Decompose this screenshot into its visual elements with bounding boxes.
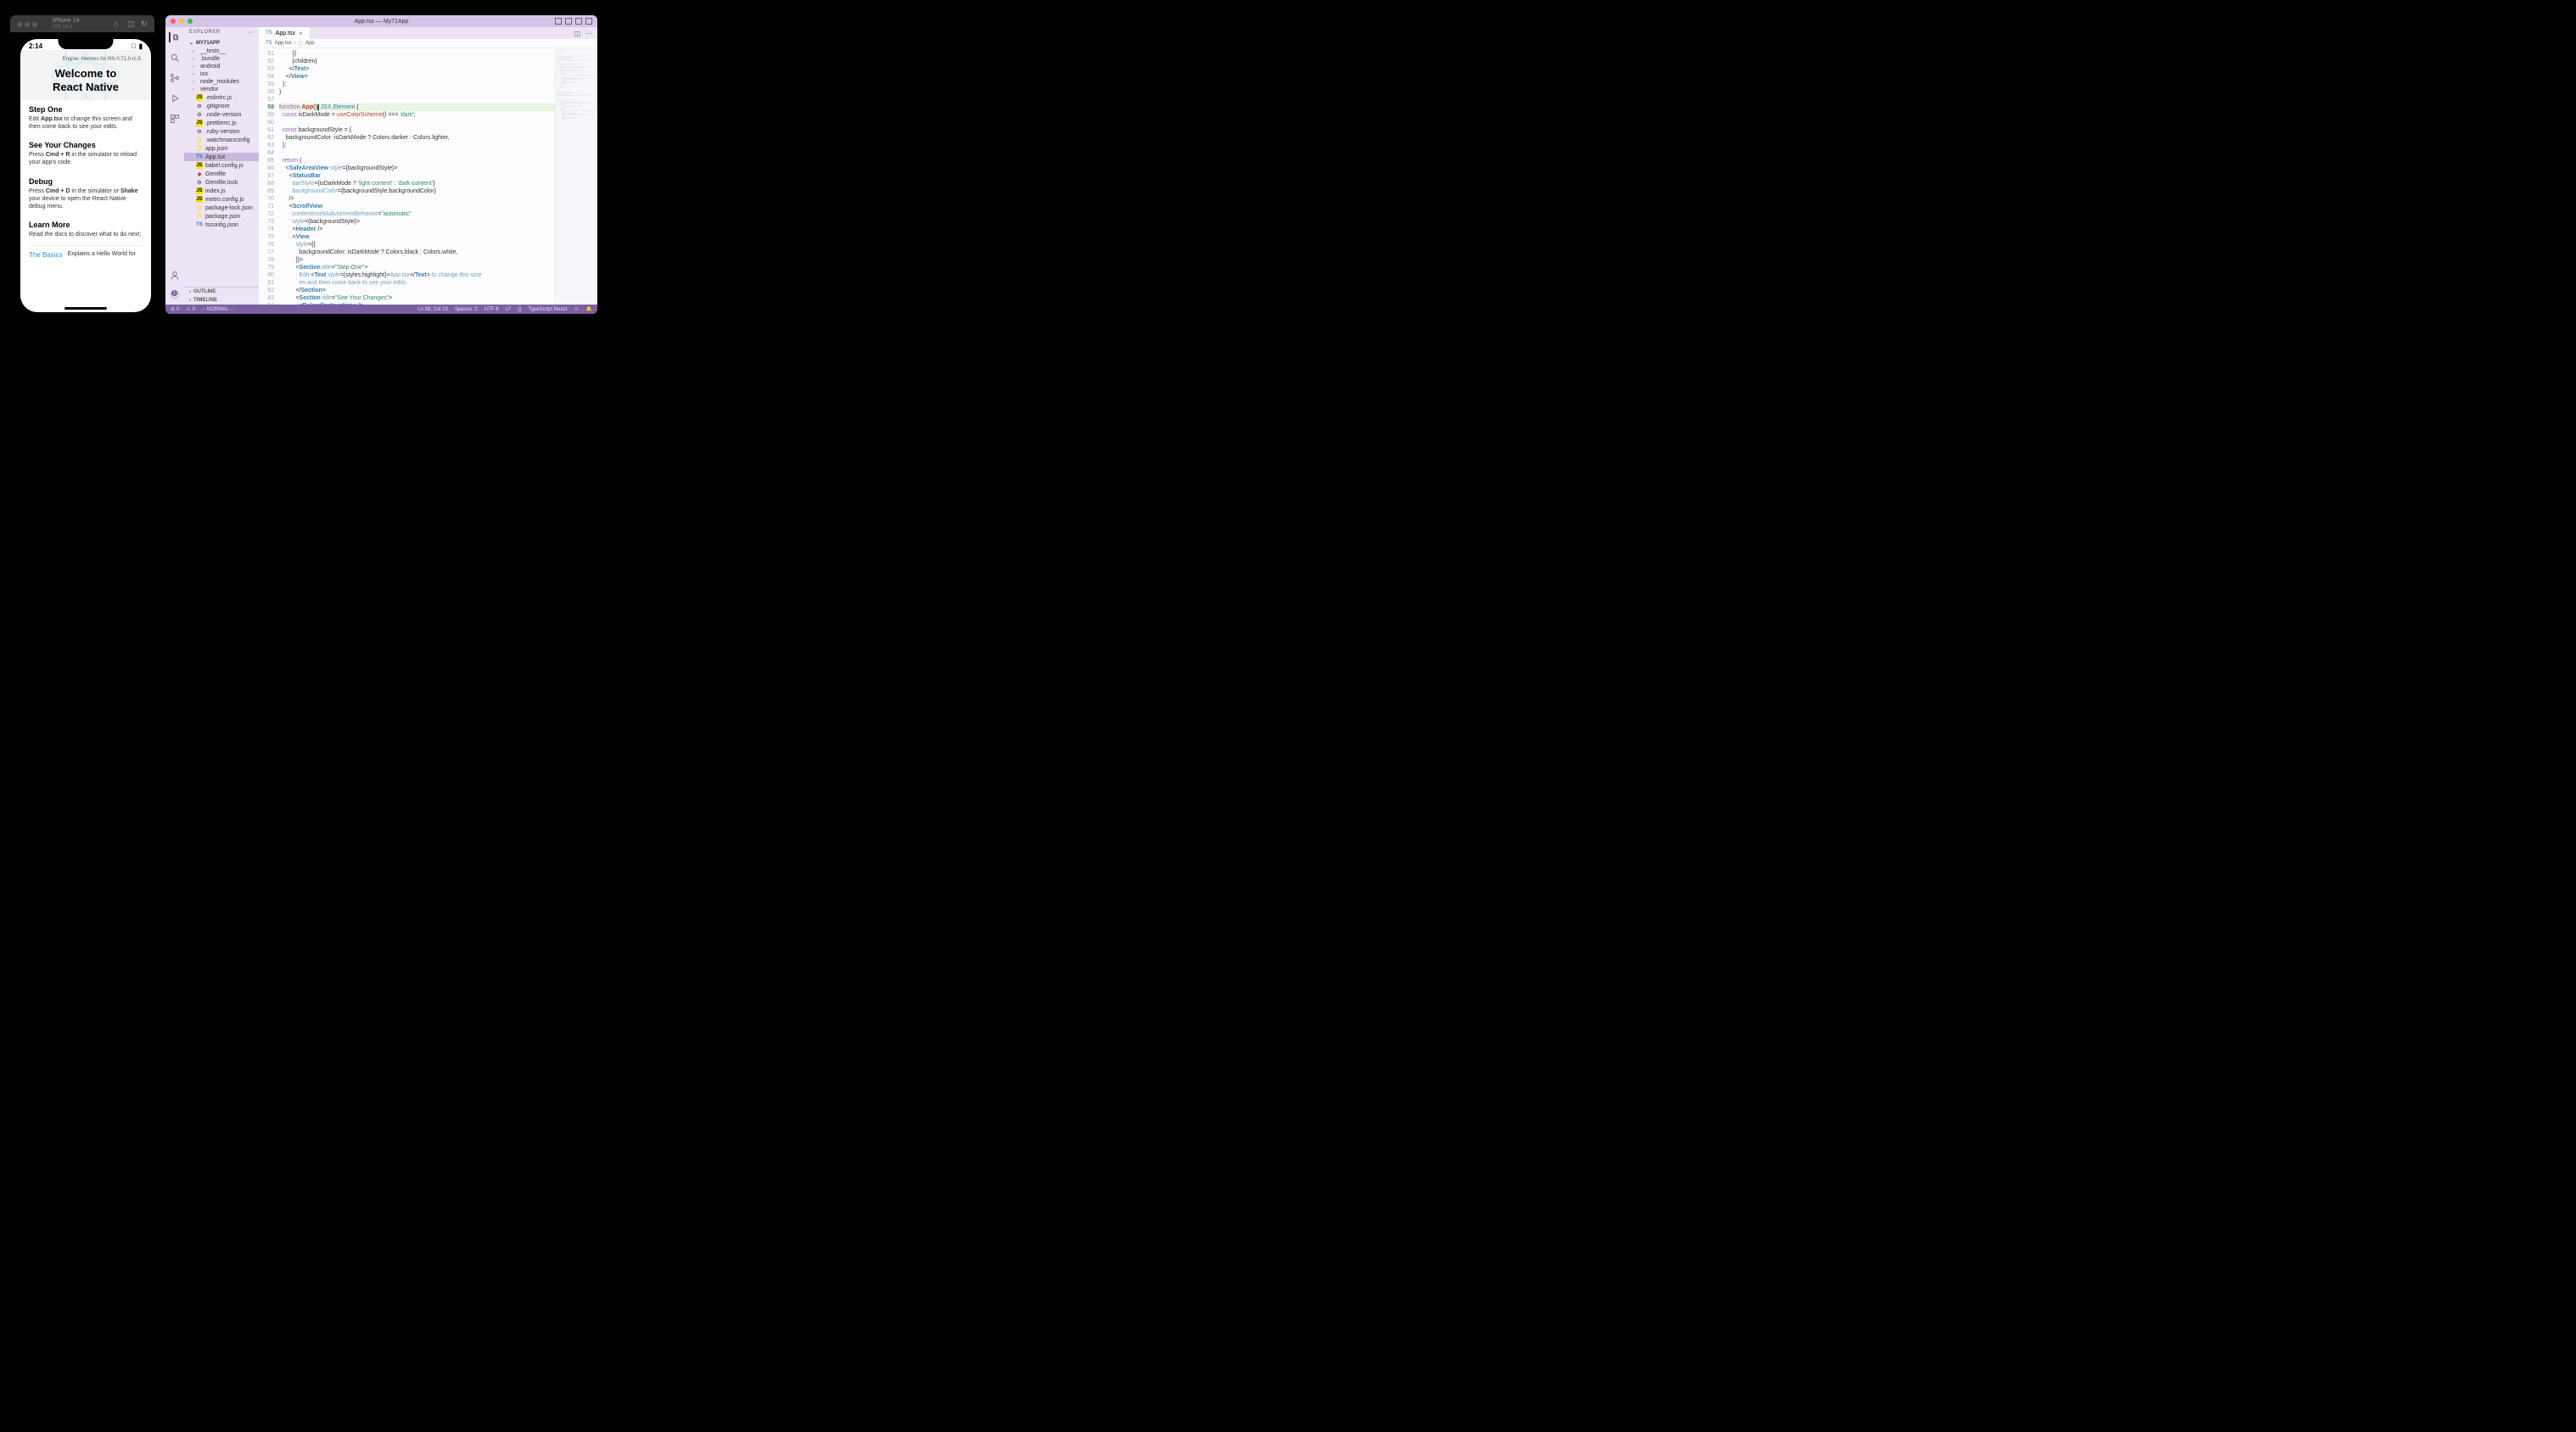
settings-badge: 1	[171, 290, 177, 296]
layout-custom-icon[interactable]	[585, 18, 592, 25]
activity-bar: 1	[165, 27, 184, 305]
sidebar: EXPLORER ⋯ ⌄ MY71APP ›__tests__›.bundle›…	[184, 27, 259, 305]
layout-right-icon[interactable]	[575, 18, 582, 25]
language-mode[interactable]: TypeScript React	[529, 307, 568, 312]
status-bar: ⊘ 0 ⚠ 0 -- NORMAL -- Ln 58, Col 15 Space…	[165, 305, 597, 314]
cursor-position[interactable]: Ln 58, Col 15	[417, 307, 448, 312]
file-App.tsx[interactable]: TSApp.tsx	[184, 153, 259, 161]
section-see-changes: See Your Changes Press Cmd + R in the si…	[20, 136, 151, 171]
file-babel.config.js[interactable]: JSbabel.config.js	[184, 161, 259, 170]
rotate-icon[interactable]: ↻	[141, 20, 149, 28]
minimize-icon[interactable]	[179, 19, 184, 24]
folder-vendor[interactable]: ›vendor	[184, 86, 259, 93]
file-Gemfile.lock[interactable]: ⚙Gemfile.lock	[184, 178, 259, 187]
file-.eslintrc.js[interactable]: JS.eslintrc.js	[184, 93, 259, 102]
section-step-one: Step One Edit App.tsx to change this scr…	[20, 100, 151, 136]
editor-area: TS App.tsx × ◫ ⋯ TS App.tsx › ⬡ App 51 5…	[259, 27, 597, 305]
warnings-count[interactable]: ⚠ 0	[186, 306, 195, 312]
screenshot-icon[interactable]: ◫	[127, 20, 136, 28]
folder-.bundle[interactable]: ›.bundle	[184, 55, 259, 63]
indent-info[interactable]: Spaces: 2	[455, 307, 478, 312]
window-title: App.tsx — My71App	[355, 19, 409, 25]
engine-label: Engine: Hermes for RN 0.71.0-rc.5	[27, 57, 144, 62]
layout-bottom-icon[interactable]	[565, 18, 572, 25]
wifi-icon: 􀙇	[132, 42, 137, 50]
divider	[29, 245, 143, 246]
file-.watchmanconfig[interactable]: {}.watchmanconfig	[184, 136, 259, 144]
more-icon[interactable]: ⋯	[585, 30, 592, 37]
encoding[interactable]: UTF-8	[484, 307, 499, 312]
eol[interactable]: LF	[506, 307, 512, 312]
home-icon[interactable]: ⌂	[114, 20, 122, 28]
file-package.json[interactable]: {}package.json	[184, 212, 259, 221]
split-editor-icon[interactable]: ◫	[574, 30, 580, 37]
feedback-icon[interactable]: ☺	[574, 307, 579, 312]
file-metro.config.js[interactable]: JSmetro.config.js	[184, 195, 259, 204]
file-package-lock.json[interactable]: {}package-lock.json	[184, 204, 259, 212]
tab-close-icon[interactable]: ×	[299, 30, 303, 37]
folder-android[interactable]: ›android	[184, 63, 259, 70]
typescript-icon: TS	[266, 31, 272, 36]
file-app.json[interactable]: {}app.json	[184, 144, 259, 153]
file-tsconfig.json[interactable]: TStsconfig.json	[184, 221, 259, 229]
timeline-section[interactable]: ›TIMELINE	[184, 296, 259, 305]
file-.prettierrc.js[interactable]: JS.prettierrc.js	[184, 119, 259, 127]
code-editor[interactable]: 51 52 53 54 55 56 57 58 59 60 61 62 63 6…	[259, 48, 597, 305]
breadcrumb[interactable]: TS App.tsx › ⬡ App	[259, 39, 597, 48]
extensions-icon[interactable]	[170, 114, 180, 124]
basics-row[interactable]: The Basics Explains a Hello World for	[20, 248, 151, 262]
brackets-icon[interactable]: {}	[518, 307, 522, 312]
tab-bar: TS App.tsx × ◫ ⋯	[259, 27, 597, 39]
basics-link[interactable]: The Basics	[29, 251, 63, 259]
file-Gemfile[interactable]: ◆Gemfile	[184, 170, 259, 178]
debug-icon[interactable]	[170, 93, 180, 103]
folder-node_modules[interactable]: ›node_modules	[184, 78, 259, 86]
typescript-icon: TS	[266, 41, 272, 46]
explorer-label: EXPLORER	[189, 30, 221, 36]
code-content[interactable]: }} {children} </Text> </View> ); } funct…	[279, 48, 555, 305]
close-icon[interactable]	[171, 19, 176, 24]
vscode-window: App.tsx — My71App 1 EXPLORER ⋯	[165, 15, 597, 314]
file-.ruby-version[interactable]: ⚙.ruby-version	[184, 127, 259, 136]
home-indicator[interactable]	[64, 307, 107, 310]
file-tree: ›__tests__›.bundle›android›ios›node_modu…	[184, 48, 259, 287]
account-icon[interactable]	[170, 271, 180, 281]
layout-left-icon[interactable]	[555, 18, 562, 25]
basics-desc: Explains a Hello World for	[68, 251, 143, 257]
project-header[interactable]: ⌄ MY71APP	[184, 38, 259, 48]
hero-title: Welcome toReact Native	[27, 67, 144, 93]
explorer-icon[interactable]	[169, 32, 179, 42]
source-control-icon[interactable]	[170, 73, 180, 83]
chevron-down-icon: ⌄	[189, 40, 193, 46]
line-gutter: 51 52 53 54 55 56 57 58 59 60 61 62 63 6…	[259, 48, 279, 305]
more-icon[interactable]: ⋯	[249, 30, 255, 36]
iphone-simulator: 2:14 􀙇 ▮ Engine: Hermes for RN 0.71.0-rc…	[17, 36, 154, 316]
hero-section: Engine: Hermes for RN 0.71.0-rc.5 Welcom…	[20, 50, 151, 100]
file-.node-version[interactable]: ⚙.node-version	[184, 110, 259, 119]
file-.gitignore[interactable]: ⚙.gitignore	[184, 102, 259, 110]
minimap[interactable]: }} {children} </Text> </View> ); } funct…	[555, 48, 597, 305]
vscode-titlebar[interactable]: App.tsx — My71App	[165, 15, 597, 27]
section-debug: Debug Press Cmd + D in the simulator or …	[20, 172, 151, 215]
vim-mode: -- NORMAL --	[202, 307, 233, 312]
folder-__tests__[interactable]: ›__tests__	[184, 48, 259, 55]
folder-ios[interactable]: ›ios	[184, 70, 259, 78]
symbol-icon: ⬡	[299, 41, 303, 47]
tab-app-tsx[interactable]: TS App.tsx ×	[259, 27, 311, 39]
phone-time: 2:14	[29, 42, 42, 50]
bell-icon[interactable]: 🔔	[586, 306, 592, 312]
sim-device: iPhone 14	[53, 18, 80, 25]
maximize-icon[interactable]	[188, 19, 193, 24]
simulator-titlebar: iPhone 14 iOS 16.1 ⌂ ◫ ↻	[10, 15, 154, 32]
search-icon[interactable]	[170, 53, 180, 63]
settings-icon[interactable]: 1	[170, 289, 180, 299]
phone-notch	[59, 39, 114, 49]
section-learn-more: Learn More Read the docs to discover wha…	[20, 215, 151, 243]
errors-count[interactable]: ⊘ 0	[171, 306, 179, 312]
battery-icon: ▮	[139, 42, 143, 50]
outline-section[interactable]: ›OUTLINE	[184, 288, 259, 296]
sim-os: iOS 16.1	[53, 25, 80, 31]
file-index.js[interactable]: JSindex.js	[184, 187, 259, 195]
